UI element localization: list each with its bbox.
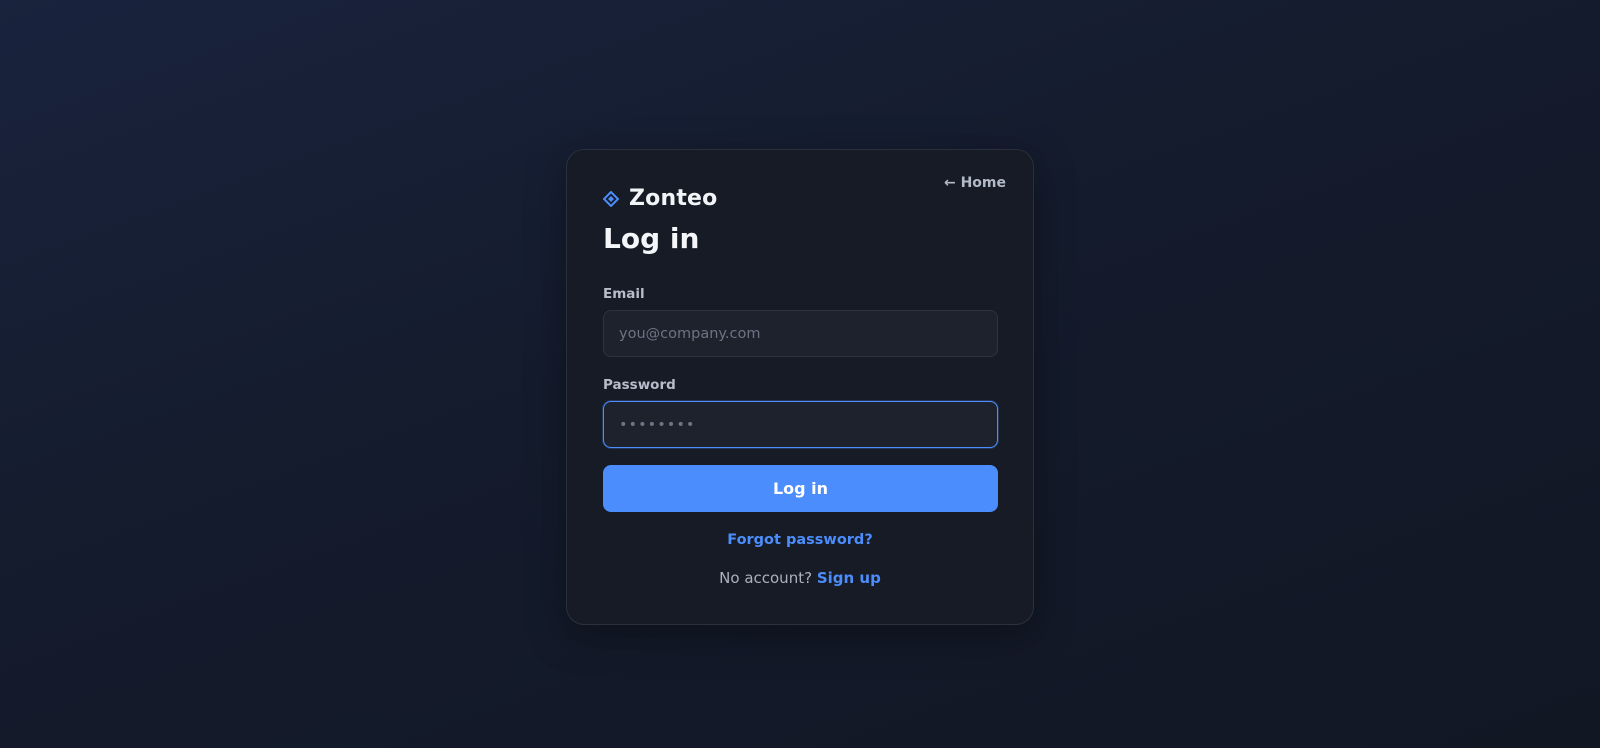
signup-prompt: No account? [719,569,813,587]
email-label: Email [603,286,645,302]
forgot-password-row: Forgot password? [567,532,1033,548]
page-title: Log in [603,222,700,255]
password-input[interactable] [603,401,998,448]
login-button[interactable]: Log in [603,465,998,512]
signup-row: No account? Sign up [567,569,1033,587]
diamond-logo-icon [603,190,619,207]
password-label: Password [603,377,676,393]
home-link[interactable]: ← Home [944,175,1006,191]
brand-name: Zonteo [629,186,718,211]
email-input[interactable] [603,310,998,357]
login-card: ← Home Zonteo Log in Email Password Log … [566,149,1034,625]
brand: Zonteo [603,186,717,211]
forgot-password-link[interactable]: Forgot password? [727,532,872,548]
signup-link[interactable]: Sign up [817,569,881,587]
